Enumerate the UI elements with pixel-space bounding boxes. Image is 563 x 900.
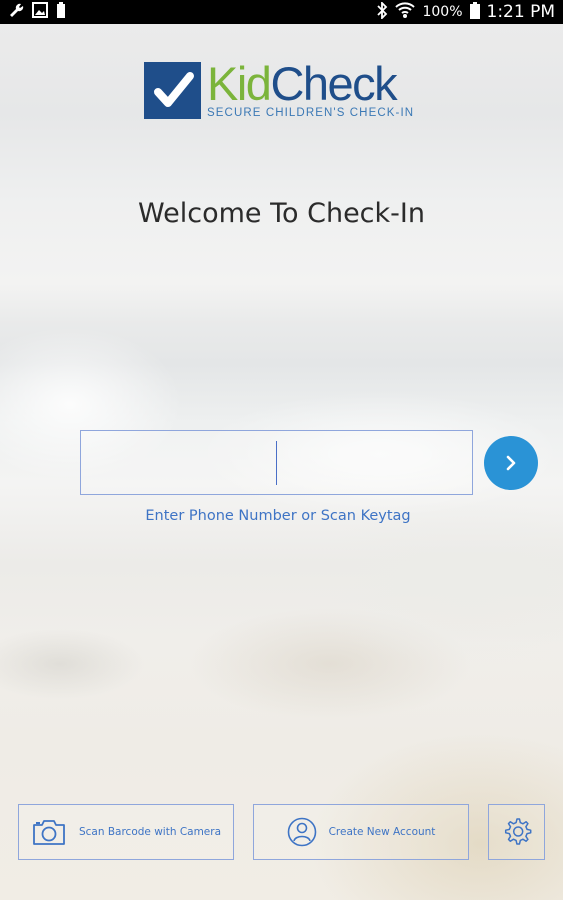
scan-barcode-label: Scan Barcode with Camera	[78, 826, 222, 838]
logo-wordmark: KidCheck	[207, 60, 414, 107]
submit-button[interactable]	[484, 436, 538, 490]
text-cursor	[276, 441, 277, 485]
camera-icon	[31, 817, 67, 847]
input-hint: Enter Phone Number or Scan Keytag	[145, 508, 411, 524]
wifi-icon	[395, 1, 416, 23]
user-icon	[287, 817, 317, 847]
logo-word-check: Check	[270, 57, 397, 110]
image-icon	[32, 2, 48, 22]
create-account-label: Create New Account	[328, 826, 436, 838]
logo-word-kid: Kid	[207, 57, 272, 110]
logo-tagline: SECURE CHILDREN'S CHECK-IN	[207, 107, 415, 119]
battery-small-icon	[56, 2, 66, 22]
page-title: Welcome To Check-In	[138, 198, 425, 229]
bluetooth-icon	[376, 0, 388, 23]
scan-barcode-button[interactable]: Scan Barcode with Camera	[18, 804, 234, 860]
wrench-icon	[8, 2, 24, 22]
phone-number-input[interactable]	[80, 430, 473, 495]
battery-percent: 100%	[422, 4, 463, 20]
status-bar: 100% 1:21 PM	[0, 0, 563, 24]
gear-icon	[502, 816, 532, 849]
battery-icon	[469, 1, 480, 23]
checkmark-logo-icon	[144, 62, 201, 119]
chevron-right-icon	[506, 455, 516, 471]
create-account-button[interactable]: Create New Account	[253, 804, 469, 860]
settings-button[interactable]	[488, 804, 545, 860]
kidcheck-logo: KidCheck SECURE CHILDREN'S CHECK-IN	[144, 60, 415, 122]
clock: 1:21 PM	[486, 2, 556, 22]
